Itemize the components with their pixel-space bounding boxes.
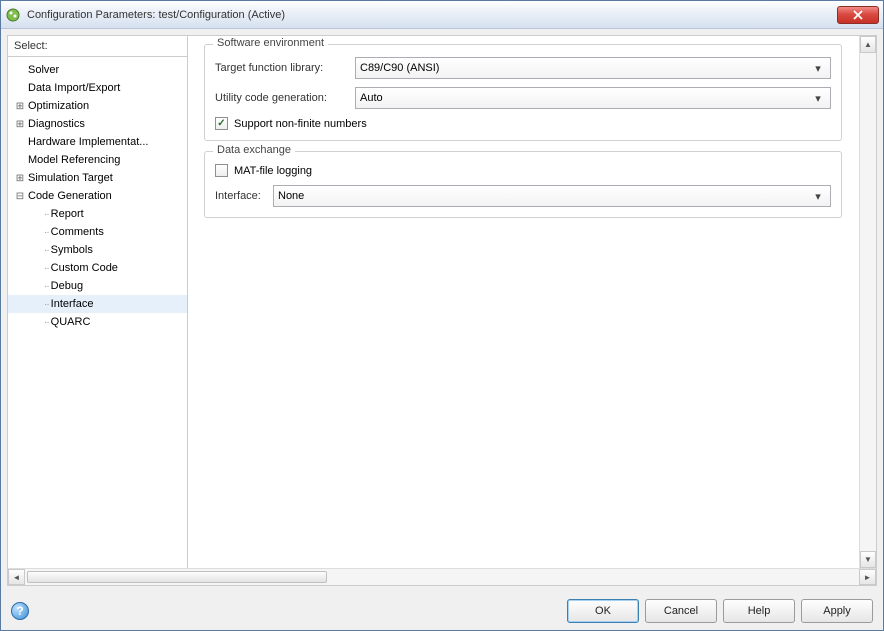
tree-item-quarc[interactable]: ··QUARC [8, 313, 187, 331]
tree-branch-icon: ·· [44, 317, 49, 328]
chevron-down-icon: ▾ [810, 92, 826, 105]
tree-item-label: QUARC [51, 316, 91, 328]
dropdown-value: None [278, 190, 810, 202]
scroll-left-arrow-icon[interactable]: ◄ [8, 569, 25, 585]
checkbox-matfile-logging[interactable] [215, 164, 228, 177]
vertical-scrollbar[interactable]: ▲ ▼ [859, 36, 876, 568]
tree-item-label: Diagnostics [28, 118, 85, 130]
label-support-nonfinite: Support non-finite numbers [234, 118, 367, 130]
dropdown-target-function-library[interactable]: C89/C90 (ANSI) ▾ [355, 57, 831, 79]
help-button[interactable]: Help [723, 599, 795, 623]
group-title: Data exchange [213, 144, 295, 156]
nav-tree: SolverData Import/Export⊞Optimization⊞Di… [8, 57, 187, 568]
expand-icon[interactable]: ⊞ [14, 172, 26, 184]
scroll-down-arrow-icon[interactable]: ▼ [860, 551, 876, 568]
label-matfile-logging: MAT-file logging [234, 165, 312, 177]
ok-button[interactable]: OK [567, 599, 639, 623]
tree-item-label: Simulation Target [28, 172, 113, 184]
dropdown-value: Auto [360, 92, 810, 104]
horizontal-scrollbar[interactable]: ◄ ► [8, 568, 876, 585]
tree-item-hardware-implementat[interactable]: Hardware Implementat... [8, 133, 187, 151]
scroll-up-arrow-icon[interactable]: ▲ [860, 36, 876, 53]
tree-item-label: Hardware Implementat... [28, 136, 148, 148]
help-icon[interactable]: ? [11, 602, 29, 620]
chevron-down-icon: ▾ [810, 62, 826, 75]
tree-item-custom-code[interactable]: ··Custom Code [8, 259, 187, 277]
dropdown-utility-code-generation[interactable]: Auto ▾ [355, 87, 831, 109]
tree-item-label: Custom Code [51, 262, 118, 274]
tree-item-debug[interactable]: ··Debug [8, 277, 187, 295]
row-interface: Interface: None ▾ [215, 185, 831, 207]
apply-button[interactable]: Apply [801, 599, 873, 623]
close-button[interactable] [837, 6, 879, 24]
tree-item-label: Interface [51, 298, 94, 310]
tree-branch-icon: ·· [44, 281, 49, 292]
group-title: Software environment [213, 37, 328, 49]
label-target-function-library: Target function library: [215, 62, 355, 74]
tree-item-optimization[interactable]: ⊞Optimization [8, 97, 187, 115]
tree-branch-icon: ·· [44, 245, 49, 256]
tree-item-label: Optimization [28, 100, 89, 112]
row-support-nonfinite: Support non-finite numbers [215, 117, 831, 130]
settings-panel: Software environment Target function lib… [188, 36, 876, 568]
tree-item-simulation-target[interactable]: ⊞Simulation Target [8, 169, 187, 187]
scroll-track[interactable] [860, 53, 876, 551]
group-data-exchange: Data exchange MAT-file logging Interface… [204, 151, 842, 218]
collapse-icon[interactable]: ⊟ [14, 190, 26, 202]
row-matfile-logging: MAT-file logging [215, 164, 831, 177]
expand-icon[interactable]: ⊞ [14, 118, 26, 130]
tree-branch-icon: ·· [44, 209, 49, 220]
row-utility-code-generation: Utility code generation: Auto ▾ [215, 87, 831, 109]
sidebar: Select: SolverData Import/Export⊞Optimiz… [8, 36, 188, 568]
scroll-track[interactable] [25, 569, 859, 585]
tree-item-report[interactable]: ··Report [8, 205, 187, 223]
tree-branch-icon: ·· [44, 299, 49, 310]
scroll-right-arrow-icon[interactable]: ► [859, 569, 876, 585]
tree-item-label: Symbols [51, 244, 93, 256]
app-icon [5, 7, 21, 23]
scroll-thumb[interactable] [27, 571, 327, 583]
expand-icon[interactable]: ⊞ [14, 100, 26, 112]
sidebar-header: Select: [8, 36, 187, 57]
label-utility-code-generation: Utility code generation: [215, 92, 355, 104]
tree-item-label: Data Import/Export [28, 82, 120, 94]
tree-item-diagnostics[interactable]: ⊞Diagnostics [8, 115, 187, 133]
dropdown-interface[interactable]: None ▾ [273, 185, 831, 207]
content-area: Select: SolverData Import/Export⊞Optimiz… [7, 35, 877, 586]
config-params-window: Configuration Parameters: test/Configura… [0, 0, 884, 631]
tree-item-interface[interactable]: ··Interface [8, 295, 187, 313]
tree-item-label: Report [51, 208, 84, 220]
tree-branch-icon: ·· [44, 227, 49, 238]
tree-item-label: Debug [51, 280, 83, 292]
main-area: Select: SolverData Import/Export⊞Optimiz… [8, 36, 876, 568]
tree-item-symbols[interactable]: ··Symbols [8, 241, 187, 259]
tree-item-comments[interactable]: ··Comments [8, 223, 187, 241]
window-title: Configuration Parameters: test/Configura… [27, 9, 837, 21]
group-software-environment: Software environment Target function lib… [204, 44, 842, 141]
chevron-down-icon: ▾ [810, 190, 826, 203]
tree-item-solver[interactable]: Solver [8, 61, 187, 79]
tree-item-data-import-export[interactable]: Data Import/Export [8, 79, 187, 97]
cancel-button[interactable]: Cancel [645, 599, 717, 623]
tree-branch-icon: ·· [44, 263, 49, 274]
titlebar: Configuration Parameters: test/Configura… [1, 1, 883, 29]
checkbox-support-nonfinite[interactable] [215, 117, 228, 130]
tree-item-code-generation[interactable]: ⊟Code Generation [8, 187, 187, 205]
dialog-footer: ? OK Cancel Help Apply [1, 592, 883, 630]
tree-item-label: Comments [51, 226, 104, 238]
tree-item-label: Model Referencing [28, 154, 120, 166]
label-interface: Interface: [215, 190, 273, 202]
tree-item-label: Code Generation [28, 190, 112, 202]
row-target-function-library: Target function library: C89/C90 (ANSI) … [215, 57, 831, 79]
tree-item-model-referencing[interactable]: Model Referencing [8, 151, 187, 169]
dropdown-value: C89/C90 (ANSI) [360, 62, 810, 74]
tree-item-label: Solver [28, 64, 59, 76]
